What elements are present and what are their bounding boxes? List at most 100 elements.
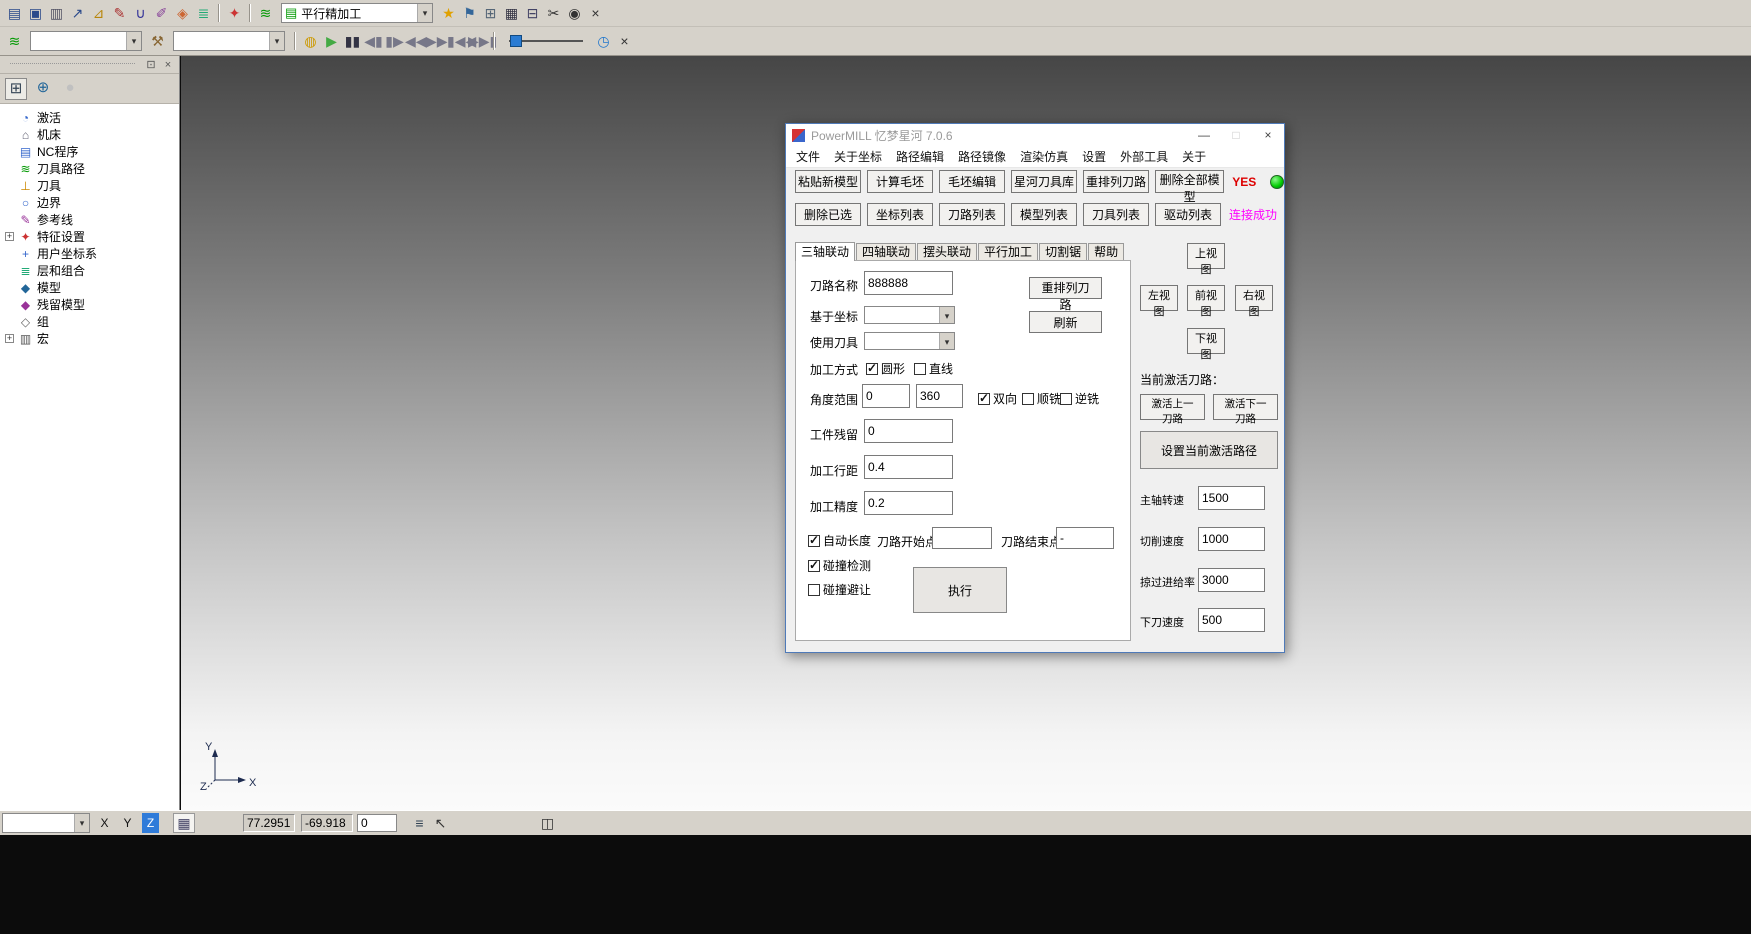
sim-toolpath-dropdown[interactable]: ▾ [30,31,142,51]
dropdown-arrow-icon[interactable]: ▾ [74,814,89,832]
sheet-icon[interactable]: ≡ [409,813,430,834]
menu-coord-about[interactable]: 关于坐标 [827,148,889,165]
light-bulb-icon[interactable]: ◍ [300,31,321,52]
tree-item-machine[interactable]: ⌂机床 [0,126,179,143]
reorder-toolpaths-button-2[interactable]: 重排列刀路 [1029,277,1102,299]
start-point-input[interactable] [932,527,992,549]
menu-settings[interactable]: 设置 [1075,148,1113,165]
strategy-preset-dropdown[interactable]: ▤ 平行精加工 ▾ [281,3,433,23]
close-button[interactable]: × [1252,124,1284,146]
collision-avoid-checkbox[interactable]: 碰撞避让 [808,581,871,598]
tab-parallel[interactable]: 平行加工 [978,243,1038,260]
compass-icon[interactable]: ↗ [67,3,88,24]
menu-render-sim[interactable]: 渲染仿真 [1013,148,1075,165]
toolbar1-close-icon[interactable]: × [585,3,606,24]
view-bottom-button[interactable]: 下视图 [1187,328,1225,354]
tree-item-patterns[interactable]: ✎参考线 [0,211,179,228]
tab-saw[interactable]: 切割锯 [1039,243,1087,260]
toolpath-wave-icon[interactable]: ≋ [255,3,276,24]
stepover-input[interactable] [864,455,953,479]
setsquare-icon[interactable]: ⊿ [88,3,109,24]
view-front-button[interactable]: 前视图 [1187,285,1225,311]
fast-forward-icon[interactable]: ▶▶ [426,31,447,52]
save-icon[interactable]: ▣ [25,3,46,24]
tab-swivel[interactable]: 摆头联动 [917,243,977,260]
binoculars-icon[interactable]: ◉ [564,3,585,24]
tree-expander[interactable]: + [5,334,14,343]
clipboard-icon[interactable]: ▤ [4,3,25,24]
boundary-icon[interactable]: ∪ [130,3,151,24]
tree-item-boundaries[interactable]: ○边界 [0,194,179,211]
kite-icon[interactable]: ◈ [172,3,193,24]
activate-previous-toolpath-button[interactable]: 激活上一刀路 [1140,394,1205,420]
tree-item-nc-programs[interactable]: ▤NC程序 [0,143,179,160]
delete-all-models-button[interactable]: 删除全部模型 [1155,170,1224,193]
cutting-feed-input[interactable] [1198,527,1265,551]
skip-end-icon[interactable]: ▶▶▮ [468,31,489,52]
grid-pen-icon[interactable]: ⊞ [480,3,501,24]
climb-mill-checkbox[interactable]: 顺铣 [1022,390,1061,407]
activate-next-toolpath-button[interactable]: 激活下一刀路 [1213,394,1278,420]
reorder-toolpaths-button[interactable]: 重排列刀路 [1083,170,1149,193]
dropdown-arrow-icon[interactable]: ▾ [269,32,284,50]
compute-stock-button[interactable]: 计算毛坯 [867,170,933,193]
tree-item-stock-models[interactable]: ◆残留模型 [0,296,179,313]
collision-check-checkbox[interactable]: 碰撞检测 [808,557,871,574]
maximize-button[interactable]: □ [1220,124,1252,146]
menu-about[interactable]: 关于 [1175,148,1213,165]
menu-path-mirror[interactable]: 路径镜像 [951,148,1013,165]
tab-3axis[interactable]: 三轴联动 [795,242,855,261]
menu-path-edit[interactable]: 路径编辑 [889,148,951,165]
star-tool-library-button[interactable]: 星河刀具库 [1011,170,1077,193]
bidirectional-checkbox[interactable]: 双向 [978,390,1017,407]
end-point-input[interactable] [1056,527,1114,549]
delete-selected-button[interactable]: 删除已选 [795,203,861,226]
scissors-icon[interactable]: ✂ [543,3,564,24]
play-icon[interactable]: ▶ [321,31,342,52]
tree-expander[interactable]: + [5,232,14,241]
tree-item-tools[interactable]: ⊥刀具 [0,177,179,194]
skim-feed-input[interactable] [1198,568,1265,592]
tab-help[interactable]: 帮助 [1088,243,1124,260]
y-axis-button[interactable]: Y [119,813,136,833]
toolpath-wave-icon[interactable]: ≋ [4,31,25,52]
dialog-titlebar[interactable]: PowerMILL 忆梦星河 7.0.6 — □ × [786,124,1284,146]
grid-icon[interactable]: ▦ [173,813,195,833]
use-tool-dropdown[interactable]: ▾ [864,332,955,350]
based-coord-dropdown[interactable]: ▾ [864,306,955,324]
stock-edit-button[interactable]: 毛坯编辑 [939,170,1005,193]
chart-icon[interactable]: ⊟ [522,3,543,24]
sim-tool-dropdown[interactable]: ▾ [173,31,285,51]
tree-item-toolpaths[interactable]: ≋刀具路径 [0,160,179,177]
tree-item-macros[interactable]: +▥宏 [0,330,179,347]
panel-pin-icon[interactable]: ⊡ [145,58,157,71]
minimize-button[interactable]: — [1188,124,1220,146]
tree-item-feature-sets[interactable]: +✦特征设置 [0,228,179,245]
hierarchy-view-icon[interactable]: ⊞ [5,78,27,100]
spindle-speed-input[interactable] [1198,486,1265,510]
menu-external-tools[interactable]: 外部工具 [1113,148,1175,165]
step-forward-icon[interactable]: ▮▶ [384,31,405,52]
plunge-feed-input[interactable] [1198,608,1265,632]
dropdown-arrow-icon[interactable]: ▾ [939,333,954,349]
coordinate-list-button[interactable]: 坐标列表 [867,203,933,226]
tolerance-input[interactable] [864,491,953,515]
tree-item-workplanes[interactable]: +用户坐标系 [0,245,179,262]
step-back-icon[interactable]: ◀▮ [363,31,384,52]
flag-icon[interactable]: ⚑ [459,3,480,24]
rewind-icon[interactable]: ◀◀ [405,31,426,52]
drive-list-button[interactable]: 驱动列表 [1155,203,1221,226]
simulation-speed-slider[interactable] [509,32,583,50]
panel-grip[interactable] [10,63,135,67]
toolbar2-close-icon[interactable]: × [614,31,635,52]
conventional-mill-checkbox[interactable]: 逆铣 [1060,390,1099,407]
auto-length-checkbox[interactable]: 自动长度 [808,532,871,549]
dropdown-arrow-icon[interactable]: ▾ [939,307,954,323]
tool-hammer-icon[interactable]: ⚒ [147,31,168,52]
layers-icon[interactable]: ≣ [193,3,214,24]
dual-view-icon[interactable]: ◫ [537,813,558,834]
tree-item-levels[interactable]: ≣层和组合 [0,262,179,279]
clock-icon[interactable]: ◷ [593,31,614,52]
slider-handle[interactable] [510,35,522,47]
tab-4axis[interactable]: 四轴联动 [856,243,916,260]
